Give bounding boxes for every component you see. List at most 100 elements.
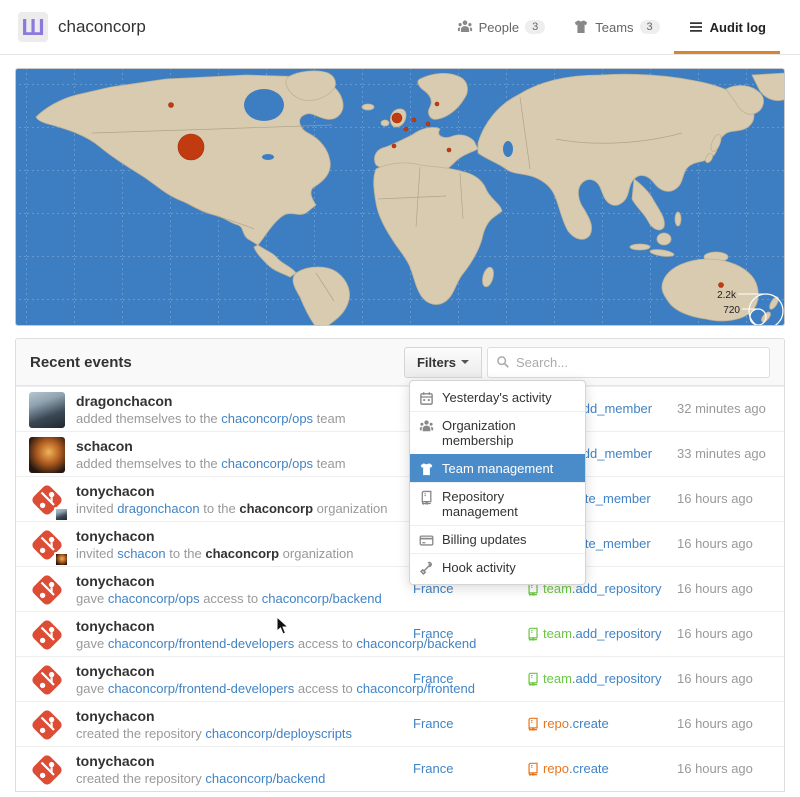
repo-icon xyxy=(526,717,540,731)
team-link[interactable]: chaconcorp/ops xyxy=(108,591,200,606)
tab-teams[interactable]: Teams 3 xyxy=(559,0,673,54)
desc-text: invited xyxy=(76,501,117,516)
repo-link[interactable]: chaconcorp/backend xyxy=(205,771,325,786)
desc-text: invited xyxy=(76,546,117,561)
filters-button[interactable]: Filters xyxy=(404,347,482,378)
team-link[interactable]: chaconcorp/frontend-developers xyxy=(108,636,294,651)
avatar[interactable] xyxy=(29,482,65,518)
menu-item-billing-updates[interactable]: Billing updates xyxy=(410,525,585,553)
tab-people[interactable]: People 3 xyxy=(443,0,560,54)
location-link[interactable]: France xyxy=(413,716,453,731)
tab-label: Teams xyxy=(595,20,633,35)
desc-text: gave xyxy=(76,591,108,606)
menu-item-label: Team management xyxy=(442,461,553,476)
timestamp: 16 hours ago xyxy=(677,536,753,551)
organization-icon xyxy=(419,419,434,434)
audit-row: tonychacon created the repository chacon… xyxy=(16,746,784,791)
audit-row: tonychacon gave chaconcorp/frontend-deve… xyxy=(16,611,784,656)
audit-row: tonychacon invited schacon to the chacon… xyxy=(16,521,784,566)
audit-row: tonychacon gave chaconcorp/frontend-deve… xyxy=(16,656,784,701)
invited-user-avatar xyxy=(54,552,69,567)
desc-text: organization xyxy=(313,501,387,516)
desc-target: chaconcorp xyxy=(205,546,279,561)
team-link[interactable]: chaconcorp/ops xyxy=(221,456,313,471)
event-type-link[interactable]: repo.create xyxy=(526,761,609,776)
audit-row: schacon added themselves to the chaconco… xyxy=(16,431,784,476)
desc-text: added themselves to the xyxy=(76,456,221,471)
timestamp: 16 hours ago xyxy=(677,716,753,731)
panel-header: Recent events Filters xyxy=(16,339,784,386)
calendar-icon xyxy=(419,391,434,406)
avatar[interactable] xyxy=(29,527,65,563)
org-nav: People 3 Teams 3 Audit log xyxy=(443,0,780,54)
timestamp: 16 hours ago xyxy=(677,581,753,596)
avatar[interactable] xyxy=(29,707,65,743)
desc-text: gave xyxy=(76,636,108,651)
tab-label: Audit log xyxy=(710,20,766,35)
menu-item-yesterdays-activity[interactable]: Yesterday's activity xyxy=(410,384,585,411)
organization-icon xyxy=(457,19,473,35)
legend-value-big: 2.2k xyxy=(717,290,737,301)
audit-location-map[interactable]: 2.2k 720 xyxy=(15,68,785,326)
avatar[interactable] xyxy=(29,572,65,608)
repo-icon xyxy=(419,490,434,505)
desc-text: created the repository xyxy=(76,771,205,786)
git-logo-icon xyxy=(29,572,65,608)
list-icon xyxy=(688,19,704,35)
git-logo-icon xyxy=(29,662,65,698)
menu-item-label: Repository management xyxy=(442,489,518,519)
menu-item-label: Yesterday's activity xyxy=(442,390,552,405)
org-name[interactable]: chaconcorp xyxy=(58,17,146,37)
tab-label: People xyxy=(479,20,519,35)
audit-row: tonychacon gave chaconcorp/ops access to… xyxy=(16,566,784,611)
team-link[interactable]: chaconcorp/frontend-developers xyxy=(108,681,294,696)
menu-item-organization-membership[interactable]: Organization membership xyxy=(410,411,585,454)
event-type-link[interactable]: team.add_repository xyxy=(526,671,662,686)
chevron-down-icon xyxy=(461,360,469,364)
world-map-svg: 2.2k 720 xyxy=(16,69,785,326)
desc-text: access to xyxy=(294,681,356,696)
location-link[interactable]: France xyxy=(413,671,453,686)
repo-link[interactable]: chaconcorp/deployscripts xyxy=(205,726,352,741)
avatar[interactable] xyxy=(29,662,65,698)
recent-events-panel: Recent events Filters Yesterday's activi… xyxy=(15,338,785,792)
timestamp: 32 minutes ago xyxy=(677,401,766,416)
menu-item-label: Organization membership xyxy=(442,418,516,448)
avatar[interactable] xyxy=(29,392,65,428)
credit-card-icon xyxy=(419,533,434,548)
user-link[interactable]: dragonchacon xyxy=(117,501,199,516)
desc-text: to the xyxy=(166,546,206,561)
org-header: Ш chaconcorp People 3 Teams 3 Audit log xyxy=(0,0,800,55)
menu-item-hook-activity[interactable]: Hook activity xyxy=(410,553,585,581)
event-type-link[interactable]: team.add_repository xyxy=(526,626,662,641)
location-link[interactable]: France xyxy=(413,761,453,776)
event-type-link[interactable]: repo.create xyxy=(526,716,609,731)
desc-text: to the xyxy=(200,501,240,516)
timestamp: 16 hours ago xyxy=(677,671,753,686)
desc-text: gave xyxy=(76,681,108,696)
menu-item-team-management[interactable]: Team management xyxy=(410,454,585,482)
avatar[interactable] xyxy=(29,752,65,788)
desc-text: access to xyxy=(294,636,356,651)
audit-row: dragonchacon added themselves to the cha… xyxy=(16,386,784,431)
desc-text: added themselves to the xyxy=(76,411,221,426)
avatar[interactable] xyxy=(29,617,65,653)
org-avatar[interactable]: Ш xyxy=(18,12,48,42)
repo-icon xyxy=(526,762,540,776)
hook-icon xyxy=(419,561,434,576)
desc-text: created the repository xyxy=(76,726,205,741)
timestamp: 33 minutes ago xyxy=(677,446,766,461)
jersey-icon xyxy=(419,462,434,477)
menu-item-repository-management[interactable]: Repository management xyxy=(410,482,585,525)
search-input[interactable] xyxy=(516,355,761,370)
repo-link[interactable]: chaconcorp/backend xyxy=(262,591,382,606)
tab-audit-log[interactable]: Audit log xyxy=(674,0,780,54)
avatar[interactable] xyxy=(29,437,65,473)
desc-text: team xyxy=(313,411,346,426)
user-link[interactable]: schacon xyxy=(117,546,165,561)
location-link[interactable]: France xyxy=(413,626,453,641)
menu-item-label: Billing updates xyxy=(442,532,527,547)
repo-icon xyxy=(526,672,540,686)
desc-text: team xyxy=(313,456,346,471)
team-link[interactable]: chaconcorp/ops xyxy=(221,411,313,426)
